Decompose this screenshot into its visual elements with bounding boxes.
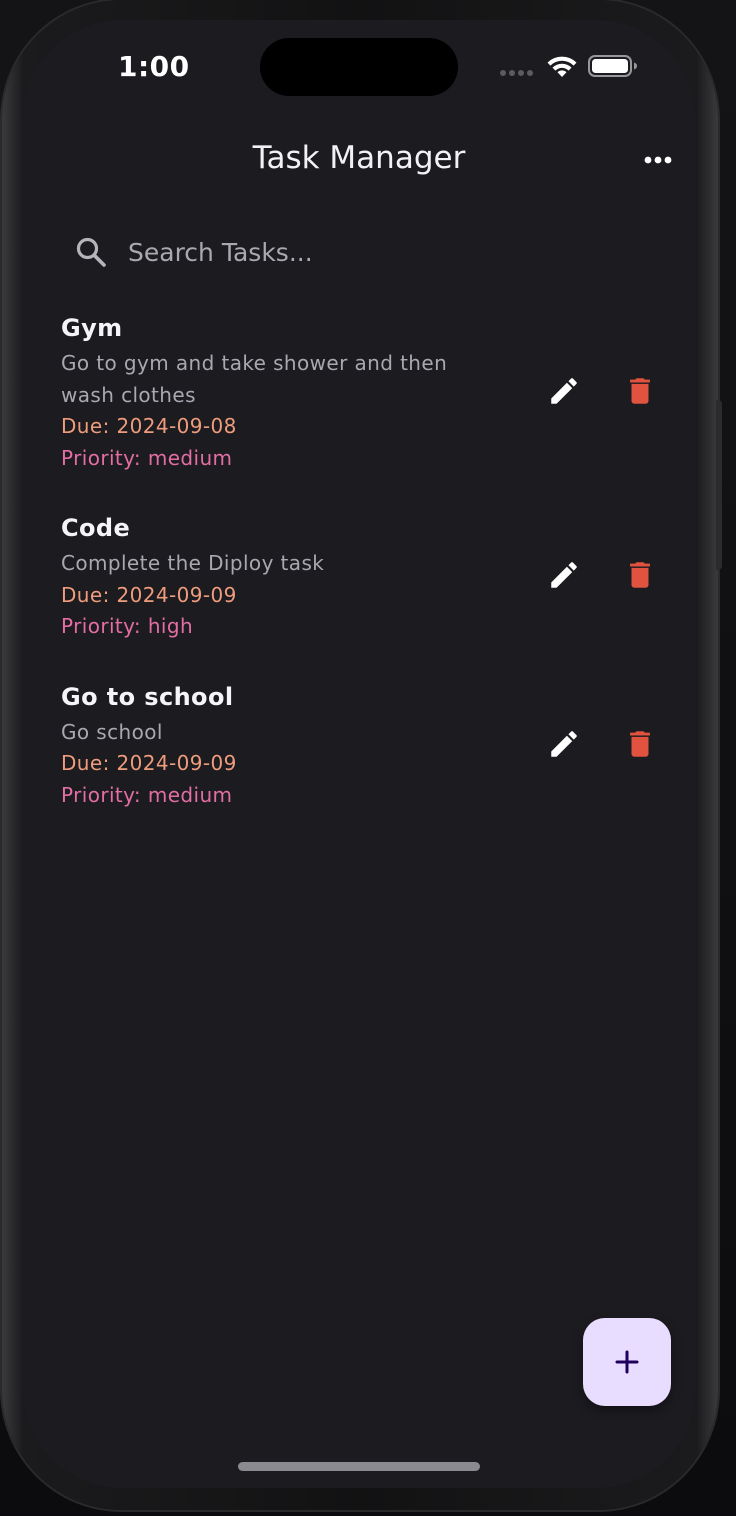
battery-icon [588,55,637,77]
search-icon [76,237,106,267]
task-title: Gym [61,314,123,342]
task-actions [538,365,666,417]
task-description: Complete the Diploy task [61,551,325,575]
status-bar: 1:00 [22,20,696,120]
task-priority: Priority: high [61,614,194,638]
search-bar [62,218,662,286]
plus-icon [615,1350,639,1374]
pencil-icon [551,730,577,757]
task-details: Code Complete the Diploy task Due: 2024-… [61,508,491,643]
search-input[interactable] [128,237,662,267]
task-due-date: Due: 2024-09-08 [61,414,237,438]
app-bar: Task Manager [22,130,696,190]
device-stage: 1:00 Task Manager Search Tasks... Gym Go… [0,0,736,1516]
task-title: Go to school [61,682,234,711]
edit-task-button[interactable] [538,365,590,417]
edit-task-button[interactable] [538,549,590,601]
home-indicator[interactable] [238,1462,480,1471]
task-description: Go to gym and take shower and then wash … [61,351,448,407]
task-priority: Priority: medium [61,445,233,470]
task-title: Code [61,514,131,542]
app-screen: 1:00 Task Manager Search Tasks... Gym Go… [22,20,696,1488]
more-horizontal-icon[interactable] [640,152,676,168]
delete-task-button[interactable] [614,365,666,417]
task-details: Go to school Go school Due: 2024-09-09 P… [61,677,491,812]
status-time: 1:00 [118,50,190,83]
task-item[interactable]: Go to school Go school Due: 2024-09-09 P… [22,677,696,812]
task-item[interactable]: Code Complete the Diploy task Due: 2024-… [22,508,696,643]
trash-icon [630,378,650,404]
trash-icon [630,562,650,588]
task-priority: Priority: medium [61,782,233,807]
trash-icon [630,731,650,757]
edit-task-button[interactable] [538,718,590,770]
delete-task-button[interactable] [614,718,666,770]
side-button [716,400,722,570]
task-due-date: Due: 2024-09-09 [61,751,237,775]
cellular-signal-icon [500,70,533,76]
wifi-icon [547,56,577,77]
page-title: Task Manager [252,140,466,176]
task-list: Gym Go to gym and take shower and then w… [22,308,696,811]
dynamic-island [260,38,458,96]
add-task-button[interactable] [583,1318,671,1406]
task-due-date: Due: 2024-09-09 [61,582,237,607]
pencil-icon [551,562,577,588]
delete-task-button[interactable] [614,549,666,601]
pencil-icon [551,378,577,404]
task-details: Gym Go to gym and take shower and then w… [61,308,491,474]
task-description: Go school [61,719,163,744]
task-item[interactable]: Gym Go to gym and take shower and then w… [22,308,696,474]
task-actions [538,718,666,770]
task-actions [538,549,666,601]
